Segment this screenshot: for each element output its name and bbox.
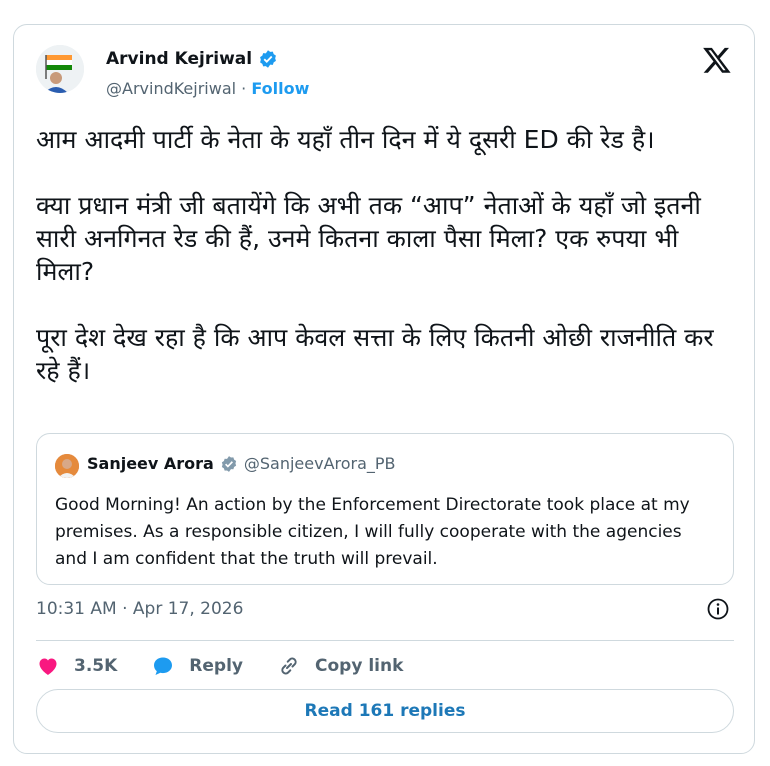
- x-logo-icon[interactable]: [702, 45, 732, 75]
- follow-button[interactable]: Follow: [251, 79, 309, 98]
- author-handle[interactable]: @ArvindKejriwal: [106, 79, 236, 98]
- verified-badge-icon: [260, 50, 277, 68]
- author-avatar[interactable]: [36, 45, 84, 93]
- quote-text: Good Morning! An action by the Enforceme…: [55, 495, 690, 569]
- divider: [36, 640, 734, 641]
- quote-author-handle: @SanjeevArora_PB: [243, 454, 396, 473]
- quote-header: Sanjeev Arora @SanjeevArora_PB: [87, 454, 396, 473]
- handle-separator: ·: [236, 79, 252, 98]
- read-replies-button[interactable]: Read 161 replies: [36, 689, 734, 733]
- author-name[interactable]: Arvind Kejriwal: [106, 49, 252, 69]
- heart-icon: [39, 658, 57, 675]
- tweet-timestamp[interactable]: 10:31 AM · Apr 17, 2026: [36, 599, 243, 619]
- quoted-tweet[interactable]: Sanjeev Arora @SanjeevArora_PB Good Morn…: [36, 433, 734, 585]
- quote-author-avatar: [55, 454, 79, 478]
- like-count: 3.5K: [74, 656, 118, 676]
- link-icon: [281, 657, 297, 675]
- author-name-row: Arvind Kejriwal: [106, 49, 278, 69]
- reply-bubble-icon: [154, 657, 173, 675]
- reply-button[interactable]: Reply: [151, 654, 243, 678]
- like-button[interactable]: 3.5K: [36, 654, 117, 678]
- tweet-card: Arvind Kejriwal @ArvindKejriwal · Follow…: [13, 24, 755, 754]
- info-icon[interactable]: [706, 597, 730, 621]
- copy-link-button[interactable]: Copy link: [277, 654, 403, 678]
- action-bar: 3.5K Reply Copy link: [36, 651, 437, 681]
- tweet-text: आम आदमी पार्टी के नेता के यहाँ तीन दिन म…: [36, 125, 714, 385]
- author-handle-row: @ArvindKejriwal · Follow: [106, 79, 309, 98]
- copy-link-label: Copy link: [315, 656, 404, 676]
- reply-label: Reply: [189, 656, 243, 676]
- quote-author-name: Sanjeev Arora: [87, 454, 214, 473]
- verified-badge-icon: [221, 455, 236, 472]
